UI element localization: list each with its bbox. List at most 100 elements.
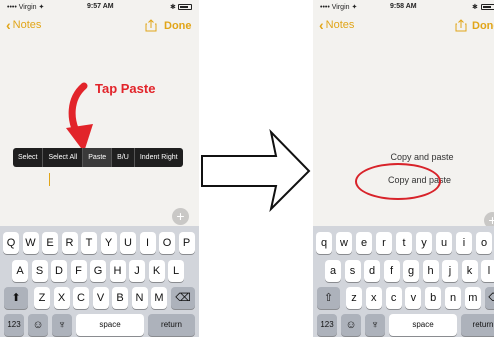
key-a[interactable]: A (12, 260, 28, 282)
key-z[interactable]: Z (34, 287, 50, 309)
menu-select-all[interactable]: Select All (43, 148, 84, 167)
key-u[interactable]: u (436, 232, 452, 254)
battery-icon (178, 4, 192, 10)
delete-key[interactable]: ⌫ (171, 287, 195, 309)
note-text-line-1: Copy and paste (390, 152, 454, 162)
text-cursor (49, 173, 50, 186)
key-d[interactable]: d (364, 260, 380, 282)
right-phone-screen: •••• Virgin ✦ 9:58 AM ✱ ‹ Notes Done Cop… (313, 0, 494, 337)
key-c[interactable]: c (385, 287, 402, 309)
emoji-key[interactable]: ☺ (28, 314, 48, 336)
key-r[interactable]: R (61, 232, 78, 254)
carrier-label: •••• Virgin ✦ (7, 4, 45, 11)
key-s[interactable]: s (344, 260, 361, 282)
status-bar: •••• Virgin ✦ 9:57 AM ✱ (0, 0, 199, 14)
key-m[interactable]: M (151, 287, 167, 309)
key-v[interactable]: V (92, 287, 109, 309)
emoji-key[interactable]: ☺ (341, 314, 361, 336)
key-o[interactable]: O (159, 232, 175, 254)
key-l[interactable]: l (481, 260, 494, 282)
keyboard-row-3: ⇧ ⌫ zxcvbnm (313, 287, 494, 309)
keyboard-row-1: qwertyuiop (313, 232, 494, 254)
menu-format[interactable]: B/U (112, 148, 135, 167)
done-button[interactable]: Done (164, 20, 192, 32)
space-key[interactable]: space (389, 314, 457, 336)
numbers-key[interactable]: 123 (317, 314, 337, 336)
key-h[interactable]: h (422, 260, 439, 282)
key-q[interactable]: Q (3, 232, 19, 254)
key-u[interactable]: U (120, 232, 136, 254)
nav-bar: ‹ Notes Done (0, 14, 199, 38)
key-f[interactable]: f (383, 260, 400, 282)
status-time: 9:58 AM (390, 3, 417, 10)
return-key[interactable]: return (148, 314, 195, 336)
back-button[interactable]: ‹ Notes (6, 18, 42, 32)
microphone-key[interactable]: ♆ (365, 314, 385, 336)
key-d[interactable]: D (51, 260, 67, 282)
add-button[interactable]: + (172, 208, 189, 225)
key-w[interactable]: W (22, 232, 39, 254)
key-n[interactable]: n (445, 287, 461, 309)
key-p[interactable]: P (178, 232, 195, 254)
share-icon[interactable] (455, 19, 467, 32)
key-v[interactable]: v (405, 287, 422, 309)
key-f[interactable]: F (70, 260, 87, 282)
key-b[interactable]: b (425, 287, 442, 309)
done-button[interactable]: Done (472, 20, 494, 32)
share-icon[interactable] (145, 19, 157, 32)
key-j[interactable]: j (442, 260, 458, 282)
keyboard-row-3: ⬆ ⌫ ZXCVBNM (0, 287, 199, 309)
back-label: Notes (12, 19, 42, 31)
key-y[interactable]: y (416, 232, 432, 254)
key-c[interactable]: C (73, 287, 89, 309)
left-phone-screen: •••• Virgin ✦ 9:57 AM ✱ ‹ Notes Done Tap… (0, 0, 199, 337)
key-x[interactable]: x (365, 287, 382, 309)
menu-select[interactable]: Select (13, 148, 44, 167)
keyboard-row-4: 123 ☺ ♆ space return (313, 314, 494, 336)
keyboard-row-2: ASDFGHJKL (0, 260, 199, 282)
key-r[interactable]: r (376, 232, 392, 254)
key-y[interactable]: Y (100, 232, 117, 254)
key-a[interactable]: a (325, 260, 341, 282)
shift-key[interactable]: ⬆ (4, 287, 28, 309)
highlight-circle (355, 163, 441, 200)
key-h[interactable]: H (109, 260, 126, 282)
delete-key[interactable]: ⌫ (485, 287, 494, 309)
key-e[interactable]: E (42, 232, 58, 254)
key-w[interactable]: w (336, 232, 352, 254)
key-o[interactable]: o (476, 232, 492, 254)
key-x[interactable]: X (53, 287, 70, 309)
key-k[interactable]: K (148, 260, 165, 282)
numbers-key[interactable]: 123 (4, 314, 24, 336)
key-i[interactable]: I (139, 232, 156, 254)
key-z[interactable]: z (346, 287, 362, 309)
key-k[interactable]: k (461, 260, 478, 282)
space-key[interactable]: space (76, 314, 144, 336)
note-editor[interactable] (0, 38, 199, 226)
battery-icon (481, 4, 494, 10)
return-key[interactable]: return (461, 314, 494, 336)
key-m[interactable]: m (464, 287, 481, 309)
menu-indent-right[interactable]: Indent Right (135, 148, 183, 167)
key-i[interactable]: i (456, 232, 472, 254)
key-g[interactable]: G (90, 260, 106, 282)
menu-paste[interactable]: Paste (83, 148, 113, 167)
keyboard: qwertyuiop asdfghjkl ⇧ ⌫ zxcvbnm 123 ☺ ♆… (313, 226, 494, 337)
microphone-key[interactable]: ♆ (52, 314, 72, 336)
key-s[interactable]: S (31, 260, 48, 282)
key-g[interactable]: g (403, 260, 419, 282)
bluetooth-icon: ✱ (170, 4, 176, 11)
key-j[interactable]: J (129, 260, 145, 282)
key-n[interactable]: N (131, 287, 148, 309)
keyboard-row-1: QWERTYUIOP (0, 232, 199, 254)
shift-key[interactable]: ⇧ (317, 287, 340, 309)
key-l[interactable]: L (168, 260, 184, 282)
key-q[interactable]: q (316, 232, 332, 254)
carrier-label: •••• Virgin ✦ (320, 4, 358, 11)
key-t[interactable]: T (81, 232, 97, 254)
key-t[interactable]: t (396, 232, 412, 254)
back-button[interactable]: ‹ Notes (319, 18, 354, 32)
key-b[interactable]: B (112, 287, 128, 309)
key-e[interactable]: e (356, 232, 372, 254)
keyboard: QWERTYUIOP ASDFGHJKL ⬆ ⌫ ZXCVBNM 123 ☺ ♆… (0, 226, 199, 337)
